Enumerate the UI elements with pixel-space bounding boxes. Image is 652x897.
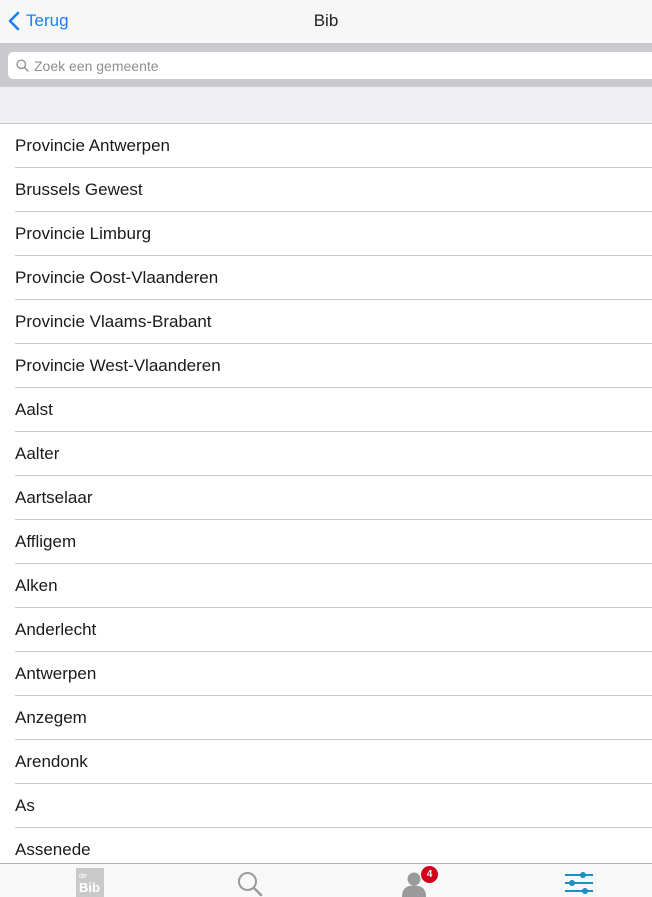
list-item-label: Anderlecht xyxy=(15,619,97,639)
tab-search[interactable] xyxy=(210,864,290,897)
list-item[interactable]: Aartselaar xyxy=(15,476,652,520)
list-item[interactable]: Affligem xyxy=(15,520,652,564)
search-icon xyxy=(238,872,263,897)
list-item-label: Aartselaar xyxy=(15,487,93,507)
list-item-label: Provincie Vlaams-Brabant xyxy=(15,311,212,331)
list-item[interactable]: Provincie Antwerpen xyxy=(15,124,652,168)
list-item[interactable]: Assenede xyxy=(15,828,652,863)
svg-text:de: de xyxy=(79,873,87,880)
list-item-label: Affligem xyxy=(15,531,77,551)
page-title: Bib xyxy=(313,11,339,30)
list-item-label: Provincie Oost-Vlaanderen xyxy=(15,267,219,287)
list-item[interactable]: Alken xyxy=(15,564,652,608)
list-item-label: Arendonk xyxy=(15,751,88,771)
bib-logo-icon: de Bib xyxy=(76,868,104,897)
list-item-label: Antwerpen xyxy=(15,663,97,683)
navigation-bar: Terug Bib xyxy=(0,0,652,43)
list-item-label: Provincie Antwerpen xyxy=(15,135,170,155)
list-item[interactable]: Brussels Gewest xyxy=(15,168,652,212)
list-item-label: As xyxy=(15,795,35,815)
list-item-label: Assenede xyxy=(15,839,91,859)
notification-badge: 4 xyxy=(420,865,439,884)
list-item-label: Provincie Limburg xyxy=(15,223,152,243)
list-item-label: Aalter xyxy=(15,443,60,463)
list-item[interactable]: Antwerpen xyxy=(15,652,652,696)
tab-bar: de Bib 4 xyxy=(0,863,652,897)
list-item-label: Brussels Gewest xyxy=(15,179,143,199)
municipality-list: Provincie Antwerpen Brussels Gewest Provin… xyxy=(0,124,652,863)
list-item[interactable]: Provincie Limburg xyxy=(15,212,652,256)
list-item[interactable]: Anzegem xyxy=(15,696,652,740)
list-item-label: Aalst xyxy=(15,399,53,419)
tab-settings[interactable] xyxy=(539,864,619,897)
settings-sliders-icon xyxy=(565,872,593,894)
list-item[interactable]: Provincie Oost-Vlaanderen xyxy=(15,256,652,300)
search-icon xyxy=(16,59,29,72)
search-field[interactable] xyxy=(8,52,652,79)
bib-logo-text: Bib xyxy=(79,880,100,895)
tab-profile[interactable]: 4 xyxy=(374,864,454,897)
search-bar xyxy=(0,43,652,87)
list-item[interactable]: Provincie West-Vlaanderen xyxy=(15,344,652,388)
list-item[interactable]: Provincie Vlaams-Brabant xyxy=(15,300,652,344)
list-item-label: Alken xyxy=(15,575,58,595)
list-item[interactable]: As xyxy=(15,784,652,828)
search-input[interactable] xyxy=(34,57,594,74)
list-item-label: Anzegem xyxy=(15,707,87,727)
list-item[interactable]: Anderlecht xyxy=(15,608,652,652)
list-item[interactable]: Aalst xyxy=(15,388,652,432)
section-header xyxy=(0,87,652,124)
list-item-label: Provincie West-Vlaanderen xyxy=(15,355,221,375)
list-item[interactable]: Arendonk xyxy=(15,740,652,784)
tab-bib[interactable]: de Bib xyxy=(50,864,130,897)
list-item[interactable]: Aalter xyxy=(15,432,652,476)
